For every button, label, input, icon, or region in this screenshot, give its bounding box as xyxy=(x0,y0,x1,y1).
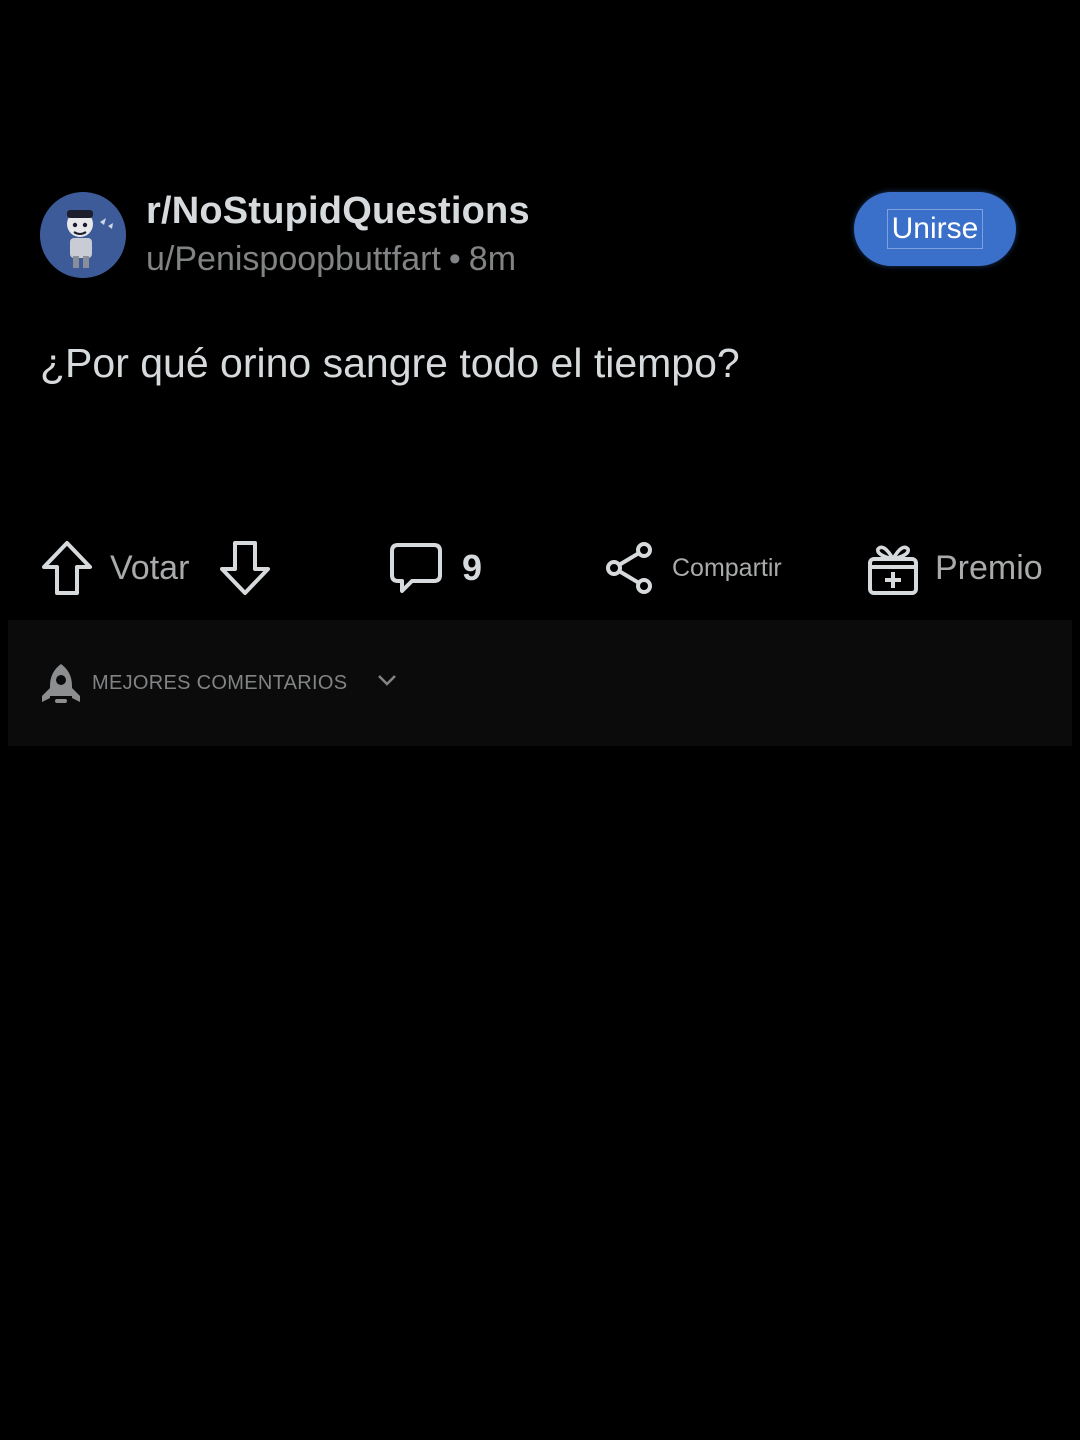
upvote-arrow-icon xyxy=(42,541,92,595)
gift-icon xyxy=(868,545,918,595)
comment-count[interactable]: 9 xyxy=(462,536,482,600)
author-name[interactable]: u/Penispoopbuttfart xyxy=(146,240,441,278)
sort-label[interactable]: MEJORES COMENTARIOS xyxy=(92,672,347,695)
award-button[interactable] xyxy=(866,536,922,600)
rocket-icon xyxy=(42,664,80,703)
subreddit-avatar[interactable] xyxy=(40,192,126,278)
post-header: r/NoStupidQuestions u/Penispoopbuttfart •… xyxy=(40,190,1040,280)
vote-label: Votar xyxy=(110,548,190,587)
post-action-bar: Votar 9 Compartir Premio xyxy=(40,536,1050,600)
comment-bubble-icon xyxy=(390,543,442,593)
downvote-button[interactable] xyxy=(218,536,272,600)
meta-separator: • xyxy=(448,240,461,278)
share-label[interactable]: Compartir xyxy=(672,536,782,600)
post-title: ¿Por qué orino sangre todo el tiempo? xyxy=(40,340,740,386)
share-button[interactable] xyxy=(602,536,658,600)
reddit-post-screen: r/NoStupidQuestions u/Penispoopbuttfart •… xyxy=(0,0,1080,1440)
comment-sort-bar[interactable]: MEJORES COMENTARIOS xyxy=(8,620,1072,746)
comments-button[interactable] xyxy=(388,536,444,600)
chevron-down-icon[interactable] xyxy=(376,672,398,688)
award-label[interactable]: Premio xyxy=(935,536,1043,600)
subreddit-name[interactable]: r/NoStupidQuestions xyxy=(146,190,530,233)
join-button[interactable]: Unirse xyxy=(854,192,1016,266)
post-meta: u/Penispoopbuttfart • 8m xyxy=(146,240,516,279)
share-icon xyxy=(606,542,652,594)
upvote-button[interactable] xyxy=(40,536,94,600)
join-button-label: Unirse xyxy=(886,209,984,249)
post-age: 8m xyxy=(468,240,517,278)
downvote-arrow-icon xyxy=(220,541,270,595)
avatar-illustration-icon xyxy=(40,192,126,278)
